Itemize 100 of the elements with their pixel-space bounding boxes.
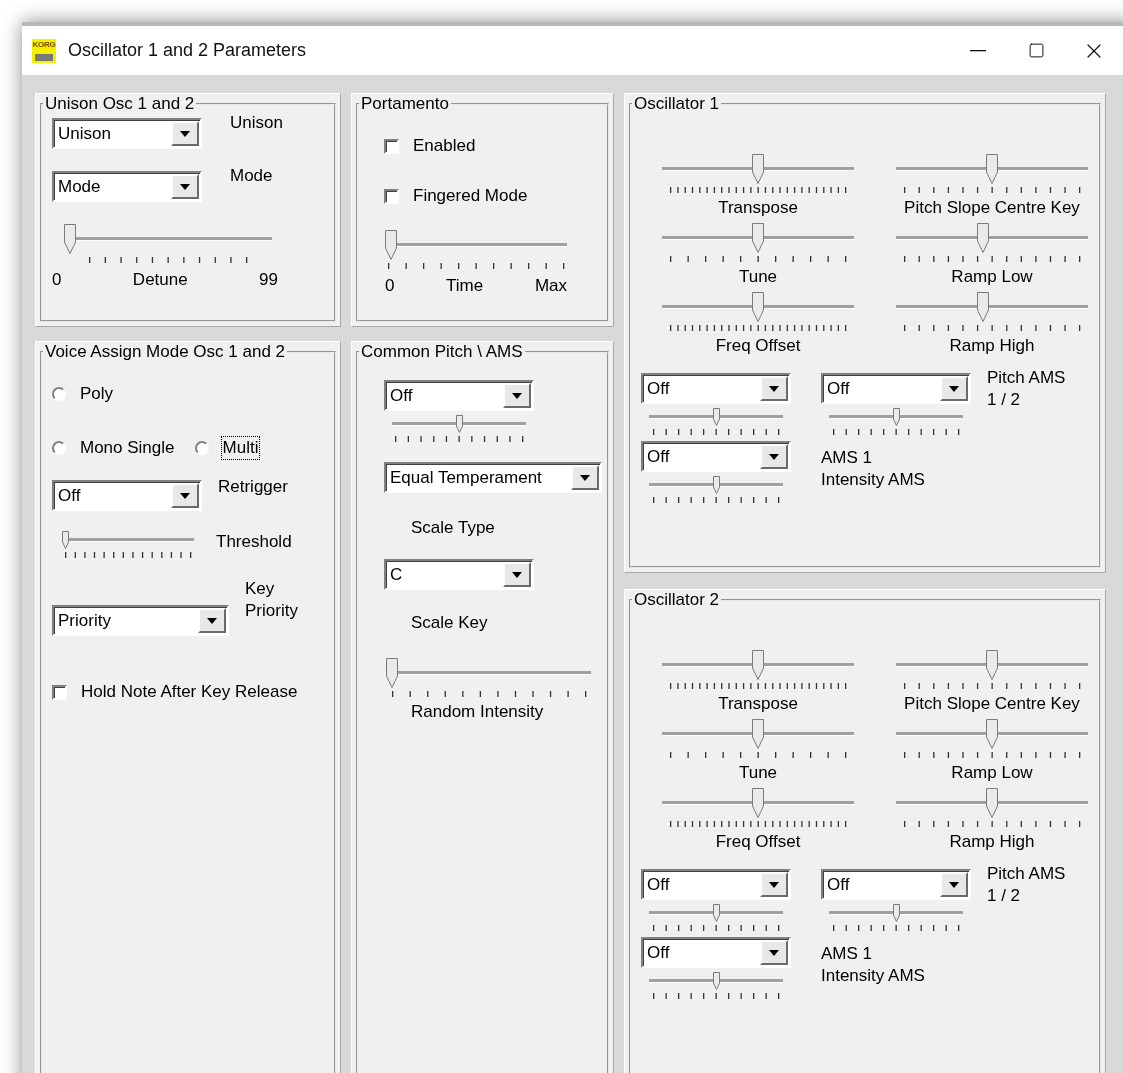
slider-thumb[interactable] [752, 788, 764, 818]
checkbox[interactable] [384, 138, 399, 154]
slider-thumb[interactable] [752, 650, 764, 680]
caret-icon [180, 492, 190, 499]
dropdown[interactable]: Off [641, 441, 791, 472]
slider[interactable] [662, 650, 854, 680]
slider-thumb[interactable] [892, 408, 900, 426]
radio-label[interactable]: Mono Single [78, 436, 177, 460]
checkbox[interactable] [384, 188, 399, 204]
slider-thumb[interactable] [712, 408, 720, 426]
slider-thumb[interactable] [712, 476, 720, 494]
slider[interactable] [385, 230, 567, 260]
slider-thumb[interactable] [986, 719, 998, 749]
radio-button[interactable] [52, 441, 66, 455]
slider-thumb[interactable] [455, 415, 463, 433]
slider[interactable] [896, 292, 1088, 322]
field-label: Key Priority [245, 578, 298, 622]
radio-button[interactable] [52, 387, 66, 401]
window-title: Oscillator 1 and 2 Parameters [68, 40, 307, 61]
slider[interactable] [896, 650, 1088, 680]
caret-icon [207, 617, 217, 624]
slider-thumb[interactable] [712, 972, 720, 990]
field-label: Retrigger [218, 476, 288, 498]
field-label: AMS 1 Intensity AMS [821, 447, 925, 491]
slider[interactable] [829, 408, 963, 426]
slider-thumb[interactable] [62, 531, 69, 549]
caret-icon [949, 385, 959, 392]
slider[interactable] [62, 531, 194, 549]
radio-button[interactable] [194, 441, 209, 455]
slider[interactable] [896, 154, 1088, 184]
slider[interactable] [649, 904, 783, 922]
dropdown[interactable]: Equal Temperament [384, 462, 602, 493]
slider-label: Ramp High [949, 335, 1035, 357]
slider-thumb[interactable] [977, 292, 989, 322]
slider[interactable] [64, 224, 272, 254]
field-label: Pitch AMS 1 / 2 [987, 863, 1066, 907]
slider[interactable] [662, 292, 854, 322]
dropdown[interactable]: Off [52, 480, 202, 511]
scale-min: 0 [52, 269, 62, 291]
slider-thumb[interactable] [64, 224, 76, 254]
group-title: Oscillator 1 [633, 94, 721, 114]
slider[interactable] [662, 788, 854, 818]
slider-label: Transpose [718, 197, 798, 219]
dropdown[interactable]: Unison [52, 118, 202, 149]
checkbox-label[interactable]: Enabled [411, 134, 478, 158]
slider-label: Ramp High [949, 831, 1035, 853]
slider-label: Pitch Slope Centre Key [904, 197, 1080, 219]
field-label: AMS 1 Intensity AMS [821, 943, 925, 987]
slider-label: Time [446, 275, 484, 297]
radio-label[interactable]: Poly [78, 382, 116, 406]
dropdown[interactable]: Off [641, 869, 791, 900]
slider-thumb[interactable] [385, 230, 397, 260]
group-title: Voice Assign Mode Osc 1 and 2 [44, 342, 287, 362]
caret-icon [769, 453, 779, 460]
slider-thumb[interactable] [386, 658, 398, 688]
checkbox-label[interactable]: Hold Note After Key Release [79, 680, 300, 704]
dropdown[interactable]: Priority [52, 605, 229, 636]
dropdown[interactable]: Off [821, 373, 971, 404]
slider-thumb[interactable] [752, 292, 764, 322]
dropdown[interactable]: Off [641, 373, 791, 404]
slider-label: Ramp Low [951, 762, 1033, 784]
slider[interactable] [829, 904, 963, 922]
slider[interactable] [386, 658, 591, 688]
slider-thumb[interactable] [977, 223, 989, 253]
maximize-icon [1027, 42, 1045, 59]
dropdown[interactable]: Off [641, 937, 791, 968]
dropdown[interactable]: C [384, 559, 534, 590]
scale-max: Max [534, 275, 567, 297]
slider-thumb[interactable] [752, 223, 764, 253]
slider-thumb[interactable] [752, 719, 764, 749]
group-title: Portamento [360, 94, 450, 114]
slider[interactable] [662, 223, 854, 253]
slider[interactable] [662, 719, 854, 749]
dropdown[interactable]: Off [821, 869, 971, 900]
slider-thumb[interactable] [986, 788, 998, 818]
checkbox[interactable] [52, 684, 67, 700]
caret-icon [580, 474, 590, 481]
scale-max: 99 [259, 269, 278, 291]
slider-thumb[interactable] [892, 904, 900, 922]
slider[interactable] [392, 415, 526, 433]
caret-icon [180, 183, 190, 190]
slider-thumb[interactable] [986, 154, 998, 184]
slider[interactable] [649, 972, 783, 990]
slider-label: Ramp Low [951, 266, 1033, 288]
slider-thumb[interactable] [712, 904, 720, 922]
checkbox-label[interactable]: Fingered Mode [411, 184, 530, 208]
slider-thumb[interactable] [986, 650, 998, 680]
slider[interactable] [896, 223, 1088, 253]
slider[interactable] [896, 788, 1088, 818]
slider-thumb[interactable] [752, 154, 764, 184]
radio-label[interactable]: Multi [220, 436, 261, 460]
slider-label: Transpose [718, 693, 798, 715]
slider[interactable] [896, 719, 1088, 749]
minimize-icon [970, 49, 986, 52]
dropdown[interactable]: Mode [52, 171, 202, 202]
slider[interactable] [662, 154, 854, 184]
dropdown[interactable]: Off [384, 380, 534, 411]
slider[interactable] [649, 476, 783, 494]
slider-label: Detune [132, 269, 188, 291]
slider[interactable] [649, 408, 783, 426]
